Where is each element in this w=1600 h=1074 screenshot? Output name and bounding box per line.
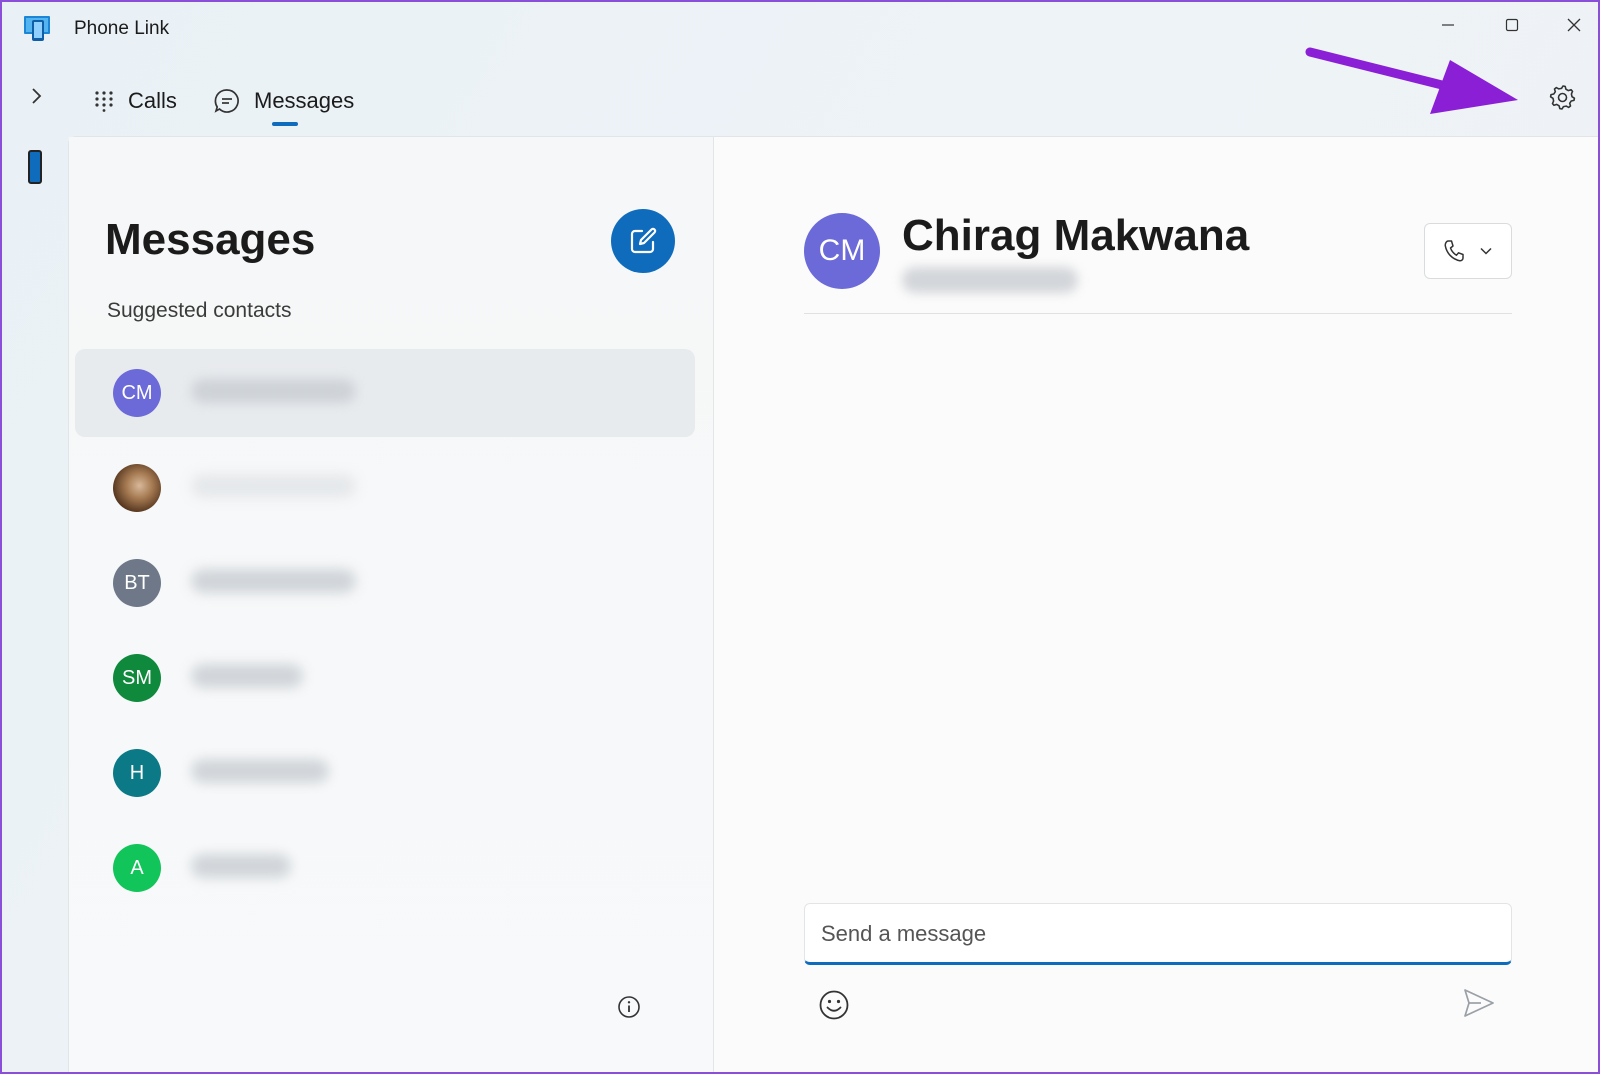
annotation-arrow [1305,47,1518,114]
list-item[interactable] [75,444,695,532]
side-rail [2,142,66,1072]
settings-button[interactable] [1548,82,1578,112]
avatar-photo [113,464,161,512]
tab-calls-label: Calls [128,88,177,113]
list-item[interactable]: BT [75,539,695,627]
contact-name-blurred [191,759,329,783]
avatar: H [113,749,161,797]
close-icon [1567,18,1581,32]
tab-messages[interactable]: Messages [214,84,354,118]
list-item[interactable]: CM [75,349,695,437]
contact-list: CM BT SM H A [75,349,695,919]
contact-name-blurred [191,474,356,498]
phone-link-window: Phone Link Calls Messages Messages Sugge… [0,0,1600,1074]
phone-icon [1444,240,1464,262]
chat-icon [214,89,239,113]
tab-calls[interactable]: Calls [94,84,177,118]
phone-device-icon[interactable] [28,150,42,184]
main-panel: Messages Suggested contacts CM BT SM H A… [68,136,1598,1072]
contact-name-blurred [191,664,303,688]
send-icon[interactable] [1462,987,1496,1019]
dialpad-icon [95,91,113,112]
avatar: CM [113,369,161,417]
minimize-icon [1442,24,1454,26]
expand-chevron-icon[interactable] [24,84,48,108]
new-message-button[interactable] [611,209,675,273]
message-composer[interactable] [804,903,1512,965]
maximize-button[interactable] [1488,8,1536,42]
avatar: BT [113,559,161,607]
messages-heading: Messages [105,215,316,264]
avatar: A [113,844,161,892]
messages-list-pane: Messages Suggested contacts CM BT SM H A [69,137,714,1072]
minimize-button[interactable] [1424,8,1472,42]
conversation-pane: CM Chirag Makwana [714,137,1598,1072]
compose-icon [630,227,657,254]
maximize-icon [1505,18,1519,32]
contact-name-blurred [191,569,356,593]
phone-link-app-icon [24,16,50,41]
call-button[interactable] [1424,223,1512,279]
gear-icon [1549,85,1576,110]
suggested-contacts-label: Suggested contacts [107,299,292,322]
list-item[interactable]: SM [75,634,695,722]
info-icon[interactable] [617,995,641,1019]
avatar: SM [113,654,161,702]
contact-number-blurred [902,267,1078,293]
conversation-contact-name: Chirag Makwana [902,211,1250,260]
conversation-header: CM Chirag Makwana [804,211,1512,314]
emoji-icon[interactable] [818,989,850,1021]
app-title: Phone Link [74,18,170,39]
contact-name-blurred [191,854,291,878]
contact-name-blurred [191,379,356,403]
close-button[interactable] [1550,8,1598,42]
list-item[interactable]: H [75,729,695,817]
active-tab-indicator [272,122,298,126]
conversation-avatar: CM [804,213,880,289]
message-input[interactable] [819,916,1423,952]
tab-messages-label: Messages [254,88,355,113]
list-item[interactable]: A [75,824,695,912]
chevron-down-icon [1480,247,1492,255]
